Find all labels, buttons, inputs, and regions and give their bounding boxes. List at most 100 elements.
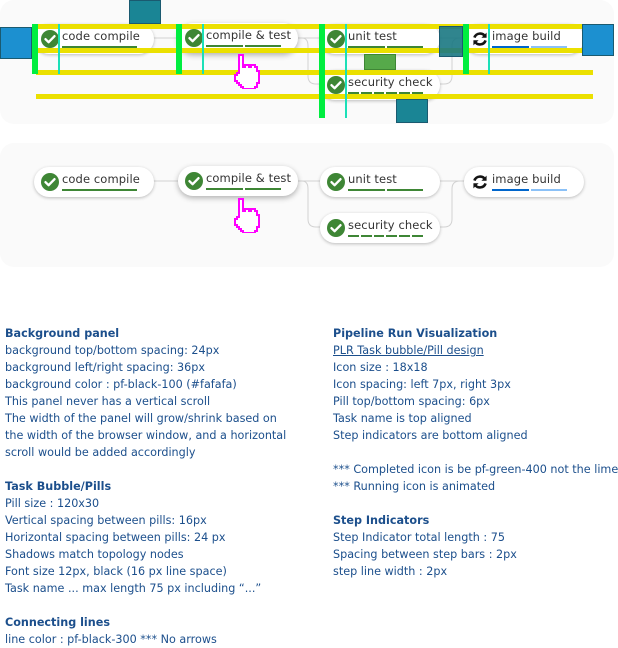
task-pill-security-check[interactable]: security check xyxy=(320,213,440,243)
spec-line: Horizontal spacing between pills: 24 px xyxy=(5,531,226,544)
task-pill-image-build[interactable]: image build xyxy=(464,167,584,197)
step-indicator xyxy=(492,189,567,191)
step-bar xyxy=(399,235,411,237)
connector-line xyxy=(296,180,320,228)
horizontal-spacing-marker xyxy=(582,24,614,56)
spec-remark-list: *** Completed icon is be pf-green-400 no… xyxy=(333,461,618,495)
spacing-guide-line xyxy=(36,24,593,29)
task-pill-code-compile[interactable]: code compile xyxy=(34,167,154,197)
spec-notes-right: Pipeline Run Visualization PLR Task bubb… xyxy=(333,325,618,580)
spec-line: Task name is top aligned xyxy=(333,412,472,425)
completed-check-icon xyxy=(41,30,59,48)
spec-line: Pill top/bottom spacing: 6px xyxy=(333,395,490,408)
step-bar xyxy=(412,235,423,237)
connector-line xyxy=(296,37,320,85)
task-name: unit test xyxy=(348,172,397,186)
spec-line: Shadows match topology nodes xyxy=(5,548,184,561)
step-bar xyxy=(360,235,372,237)
spacing-guide-line xyxy=(36,94,593,99)
step-indicator xyxy=(348,235,423,237)
completed-check-icon xyxy=(185,172,203,190)
pill-spacing-marker xyxy=(439,26,463,57)
task-name: compile & test xyxy=(206,171,292,185)
running-sync-icon xyxy=(471,173,489,191)
completed-check-icon xyxy=(327,173,345,191)
step-bar xyxy=(373,235,385,237)
step-bar xyxy=(492,189,529,191)
spec-line: The width of the panel will grow/shrink … xyxy=(5,412,277,425)
spec-line: Icon spacing: left 7px, right 3px xyxy=(333,378,511,391)
step-bar xyxy=(386,235,398,237)
step-indicator xyxy=(348,189,423,191)
step-indicator xyxy=(62,189,137,191)
section-title-connecting-lines: Connecting lines xyxy=(5,616,110,629)
task-pill-unit-test[interactable]: unit test xyxy=(320,167,440,197)
completed-check-icon xyxy=(327,219,345,237)
spec-line-list: background top/bottom spacing: 24px backg… xyxy=(5,342,320,461)
spec-line-list: Step Indicator total length : 75 Spacing … xyxy=(333,529,618,580)
step-bar xyxy=(348,189,385,191)
spec-line: *** Running icon is animated xyxy=(333,480,496,493)
step-indicator xyxy=(206,188,281,190)
spec-line: Font size 12px, black (16 px line space) xyxy=(5,565,227,578)
icon-left-spacing-marker xyxy=(32,24,38,74)
icon-right-spacing-marker xyxy=(58,24,60,74)
spec-notes-left: Background panel background top/bottom s… xyxy=(5,325,320,648)
icon-right-spacing-marker xyxy=(488,24,490,74)
spec-line: Pill size : 120x30 xyxy=(5,497,100,510)
icon-right-spacing-marker xyxy=(345,24,347,118)
spacing-guide-line xyxy=(36,48,593,53)
step-bar xyxy=(348,235,359,237)
spec-line: Spacing between step bars : 2px xyxy=(333,548,517,561)
annotated-pipeline-panel: code compile compile & test unit test se… xyxy=(0,0,614,124)
plr-design-link[interactable]: PLR Task bubble/Pill design xyxy=(333,342,618,359)
hand-pointer-cursor-icon xyxy=(234,54,260,89)
completed-check-icon xyxy=(185,29,203,47)
spec-line: Step indicators are bottom aligned xyxy=(333,429,528,442)
spec-line: Icon size : 18x18 xyxy=(333,361,428,374)
step-bar xyxy=(62,189,137,191)
step-bar xyxy=(244,45,281,47)
spec-line: line color : pf-black-300 *** No arrows xyxy=(5,633,217,646)
vertical-pill-spacing-marker xyxy=(364,54,396,70)
step-indicator xyxy=(206,45,281,47)
task-name: unit test xyxy=(348,29,397,43)
horizontal-spacing-marker xyxy=(0,27,32,59)
pipeline-run-panel: code compile compile & test unit test se… xyxy=(0,143,614,267)
icon-left-spacing-marker xyxy=(319,24,325,118)
running-sync-icon xyxy=(471,30,489,48)
spec-line: scroll would be added accordingly xyxy=(5,446,196,459)
section-title-background-panel: Background panel xyxy=(5,327,120,340)
task-name: image build xyxy=(492,172,561,186)
icon-left-spacing-marker xyxy=(176,24,182,74)
task-name: code compile xyxy=(62,29,140,43)
step-bar xyxy=(386,189,423,191)
completed-check-icon xyxy=(327,30,345,48)
task-name: compile & test xyxy=(206,28,292,42)
spec-line: background color : pf-black-100 (#fafafa… xyxy=(5,378,237,391)
vertical-spacing-marker xyxy=(129,0,161,24)
spec-line: Task name ... max length 75 px including… xyxy=(5,582,262,595)
spec-line: the width of the browser window, and a h… xyxy=(5,429,287,442)
hand-pointer-cursor-icon xyxy=(234,198,260,233)
task-name: security check xyxy=(348,218,433,232)
connector-lines xyxy=(152,180,464,228)
task-pill-compile-test[interactable]: compile & test xyxy=(178,166,298,196)
spec-line: Step Indicator total length : 75 xyxy=(333,531,505,544)
step-bar xyxy=(206,45,243,47)
step-bar xyxy=(530,189,567,191)
step-bar xyxy=(244,188,281,190)
spacing-guide-line xyxy=(36,70,593,75)
section-title-plr: Pipeline Run Visualization xyxy=(333,327,498,340)
spec-line: *** Completed icon is be pf-green-400 no… xyxy=(333,463,618,476)
step-bar xyxy=(206,188,243,190)
spec-line: step line width : 2px xyxy=(333,565,448,578)
completed-check-icon xyxy=(327,76,345,94)
task-name: security check xyxy=(348,75,433,89)
spec-line-list: line color : pf-black-300 *** No arrows xyxy=(5,631,320,648)
task-name: code compile xyxy=(62,172,140,186)
spec-line-list: Pill size : 120x30 Vertical spacing betwe… xyxy=(5,495,320,597)
spec-line: Vertical spacing between pills: 16px xyxy=(5,514,207,527)
spec-line: background left/right spacing: 36px xyxy=(5,361,205,374)
section-title-task-pills: Task Bubble/Pills xyxy=(5,480,112,493)
